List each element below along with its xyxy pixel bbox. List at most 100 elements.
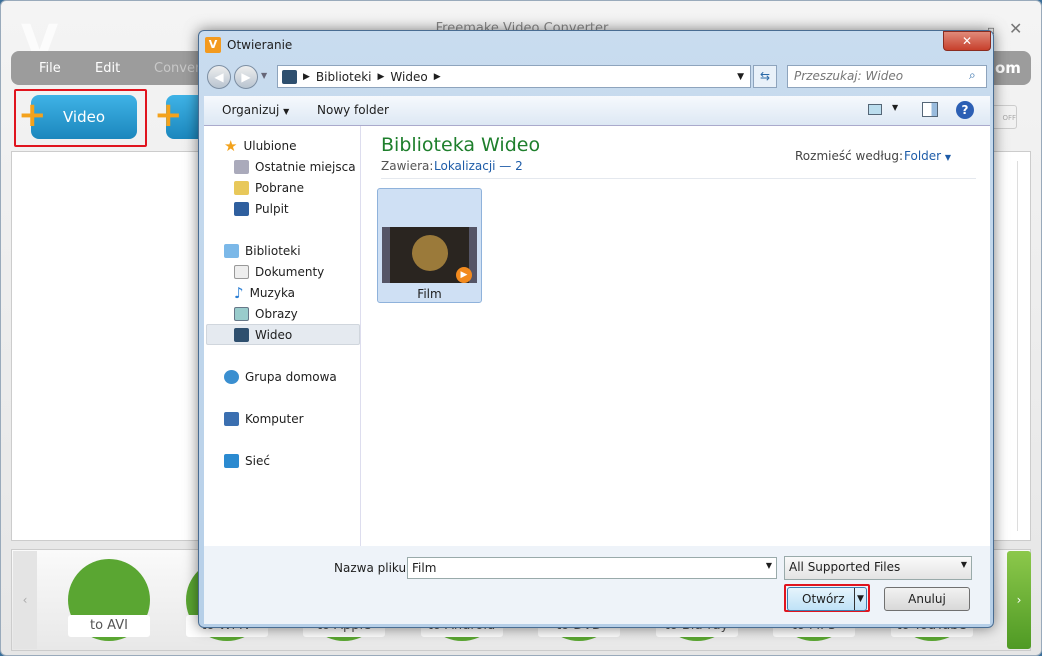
nav-label: Sieć <box>245 454 270 468</box>
arrange-dropdown[interactable]: Folder ▼ <box>904 149 951 163</box>
filename-label: Nazwa pliku: <box>334 561 411 575</box>
toggle-off[interactable]: OFF <box>991 105 1017 129</box>
dialog-title: Otwieranie <box>227 38 293 52</box>
documents-icon <box>234 265 249 279</box>
nav-documents[interactable]: Dokumenty <box>234 263 324 281</box>
nav-label: Biblioteki <box>245 244 301 258</box>
nav-label: Pobrane <box>255 181 305 195</box>
file-name-label: Film <box>417 287 442 301</box>
nav-desktop[interactable]: Pulpit <box>234 200 289 218</box>
back-button[interactable]: ◀ <box>207 65 231 89</box>
dialog-toolbar: Organizuj ▼ Nowy folder ▼ ? <box>204 96 990 126</box>
star-icon: ★ <box>224 137 238 155</box>
close-icon[interactable]: ✕ <box>1009 19 1022 38</box>
nav-label: Grupa domowa <box>245 370 337 384</box>
desktop-icon <box>234 202 249 216</box>
nav-downloads[interactable]: Pobrane <box>234 179 304 197</box>
plus-icon: + <box>154 95 183 135</box>
nav-recent-places[interactable]: Ostatnie miejsca <box>234 158 356 176</box>
dropdown-icon: ▼ <box>960 560 967 569</box>
filename-input[interactable]: Film ▼ <box>407 557 777 579</box>
music-icon: ♪ <box>234 284 244 302</box>
preview-pane-icon[interactable] <box>922 102 938 117</box>
breadcrumb-video[interactable]: Wideo <box>390 70 427 84</box>
file-type-value: All Supported Files <box>789 560 901 574</box>
nav-label: Ostatnie miejsca <box>255 160 356 174</box>
lion-logo-image <box>411 235 448 271</box>
organize-button[interactable]: Organizuj ▼ <box>222 103 289 117</box>
dropdown-icon: ▼ <box>944 153 952 162</box>
nav-label: Wideo <box>255 328 293 342</box>
address-dropdown-icon[interactable]: ▼ <box>737 72 744 82</box>
videos-icon <box>234 328 249 342</box>
divider <box>381 178 976 179</box>
plus-icon: + <box>18 95 47 135</box>
open-button[interactable]: Otwórz ▼ <box>787 587 867 611</box>
network-icon <box>224 454 239 468</box>
view-options-icon[interactable] <box>868 104 882 115</box>
chevron-right-icon: ▶ <box>433 71 441 82</box>
scroll-left-button[interactable]: ‹ <box>13 551 37 649</box>
nav-libraries[interactable]: Biblioteki <box>224 242 301 260</box>
nav-homegroup[interactable]: Grupa domowa <box>224 368 337 386</box>
nav-favorites[interactable]: ★ Ulubione <box>224 137 296 155</box>
nav-label: Pulpit <box>255 202 289 216</box>
scrollbar[interactable] <box>1017 161 1027 531</box>
address-bar[interactable]: ▶ Biblioteki ▶ Wideo ▶ ▼ <box>277 65 751 88</box>
organize-label: Organizuj <box>222 103 280 117</box>
chevron-right-icon: ▶ <box>377 71 385 82</box>
dropdown-icon: ▼ <box>283 107 290 116</box>
open-dropdown-icon[interactable]: ▼ <box>854 588 864 610</box>
nav-label: Komputer <box>245 412 304 426</box>
search-input[interactable]: Przeszukaj: Wideo <box>787 65 987 88</box>
homegroup-icon <box>224 370 239 384</box>
add-video-button[interactable]: Video <box>31 95 137 139</box>
nav-label: Ulubione <box>243 139 297 153</box>
search-icon: ⌕ <box>969 68 976 82</box>
nav-videos[interactable]: Wideo <box>234 326 292 344</box>
cancel-button[interactable]: Anuluj <box>884 587 970 611</box>
nav-label: Obrazy <box>255 307 298 321</box>
scroll-right-button[interactable]: › <box>1007 551 1031 649</box>
refresh-button[interactable]: ⇆ <box>753 65 777 88</box>
new-folder-button[interactable]: Nowy folder <box>317 103 389 117</box>
open-file-dialog: V Otwieranie ✕ ◀ ▶ ▼ ▶ Biblioteki ▶ Wide… <box>198 30 994 628</box>
downloads-icon <box>234 181 249 195</box>
filename-value: Film <box>412 561 437 575</box>
forward-button[interactable]: ▶ <box>234 65 258 89</box>
pictures-icon <box>234 307 249 321</box>
computer-icon <box>224 412 239 426</box>
recent-places-icon <box>234 160 249 174</box>
breadcrumb-libraries[interactable]: Biblioteki <box>316 70 372 84</box>
library-title: Biblioteka Wideo <box>381 134 541 156</box>
play-icon: ▶ <box>456 267 472 283</box>
dropdown-icon[interactable]: ▼ <box>766 561 772 570</box>
video-library-icon <box>282 69 297 84</box>
view-dropdown-icon[interactable]: ▼ <box>892 103 898 112</box>
libraries-icon <box>224 244 239 258</box>
nav-label: Dokumenty <box>255 265 325 279</box>
nav-music[interactable]: ♪ Muzyka <box>234 284 295 302</box>
site-link[interactable]: om <box>995 59 1021 77</box>
freemake-icon: V <box>205 37 221 53</box>
menu-file[interactable]: File <box>39 61 61 76</box>
format-button-label[interactable]: to AVI <box>68 615 150 637</box>
dialog-close-button[interactable]: ✕ <box>943 31 991 51</box>
open-label: Otwórz <box>802 592 845 606</box>
nav-network[interactable]: Sieć <box>224 452 270 470</box>
file-item-film[interactable]: ▶ Film <box>377 188 482 303</box>
navigation-pane: ★ Ulubione Ostatnie miejsca Pobrane Pulpi… <box>204 126 361 546</box>
nav-pictures[interactable]: Obrazy <box>234 305 298 323</box>
chevron-right-icon: ▶ <box>303 71 310 82</box>
arrange-value: Folder <box>904 149 942 163</box>
arrange-label: Rozmieść według: <box>795 149 903 163</box>
dialog-footer: Nazwa pliku: Film ▼ All Supported Files ▼ … <box>204 546 990 624</box>
history-dropdown-icon[interactable]: ▼ <box>261 71 267 80</box>
nav-computer[interactable]: Komputer <box>224 410 304 428</box>
locations-link[interactable]: Lokalizacji — 2 <box>434 159 523 173</box>
file-type-select[interactable]: All Supported Files ▼ <box>784 556 972 580</box>
help-icon[interactable]: ? <box>956 101 974 119</box>
dialog-content: ★ Ulubione Ostatnie miejsca Pobrane Pulpi… <box>204 126 990 546</box>
menu-edit[interactable]: Edit <box>95 61 120 76</box>
contains-label: Zawiera: <box>381 159 434 173</box>
